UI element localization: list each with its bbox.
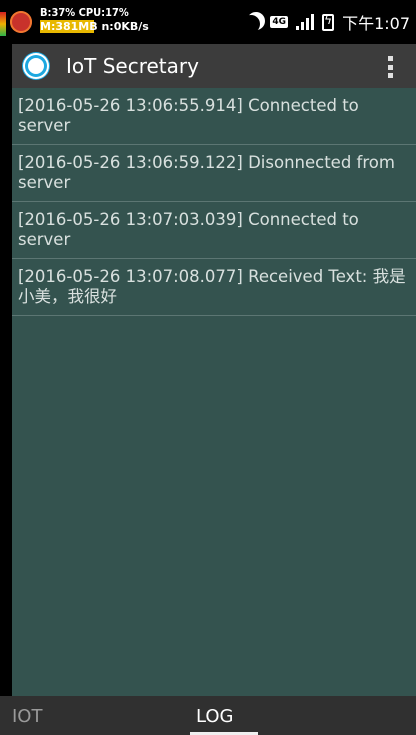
overflow-menu-icon[interactable] xyxy=(388,56,394,78)
app-action-bar: IoT Secretary xyxy=(12,44,416,88)
app-logo-icon xyxy=(22,52,50,80)
status-clock: 下午1:07 xyxy=(342,14,410,33)
monitor-memory-network: M:381MB n:0KB/s xyxy=(40,20,149,33)
monitor-battery-cpu: B:37% CPU:17% xyxy=(40,6,129,19)
gear-icon xyxy=(28,58,44,74)
signal-strength-icon xyxy=(296,14,315,30)
tab-iot[interactable]: IOT xyxy=(12,706,42,727)
battery-charging-icon xyxy=(322,13,335,31)
log-entry: [2016-05-26 13:07:03.039] Connected to s… xyxy=(12,202,416,259)
log-entry: [2016-05-26 13:06:55.914] Connected to s… xyxy=(12,88,416,145)
log-list[interactable]: [2016-05-26 13:06:55.914] Connected to s… xyxy=(12,88,416,696)
moon-icon xyxy=(242,15,260,33)
monitor-app-icon xyxy=(10,11,32,33)
log-entry: [2016-05-26 13:06:59.122] Disonnected fr… xyxy=(12,145,416,202)
app-title: IoT Secretary xyxy=(66,54,199,78)
bottom-tab-bar: IOT LOG xyxy=(0,696,416,735)
status-icons: 4G 下午1:07 xyxy=(244,10,410,34)
monitor-level-strip xyxy=(0,12,6,36)
system-monitor-widget: B:37% CPU:17% M:381MB n:0KB/s xyxy=(0,4,180,36)
tab-log[interactable]: LOG xyxy=(196,706,234,727)
status-bar: B:37% CPU:17% M:381MB n:0KB/s 4G 下午1:07 xyxy=(0,0,416,44)
network-type-icon: 4G xyxy=(270,16,289,28)
log-entry: [2016-05-26 13:07:08.077] Received Text:… xyxy=(12,259,416,316)
